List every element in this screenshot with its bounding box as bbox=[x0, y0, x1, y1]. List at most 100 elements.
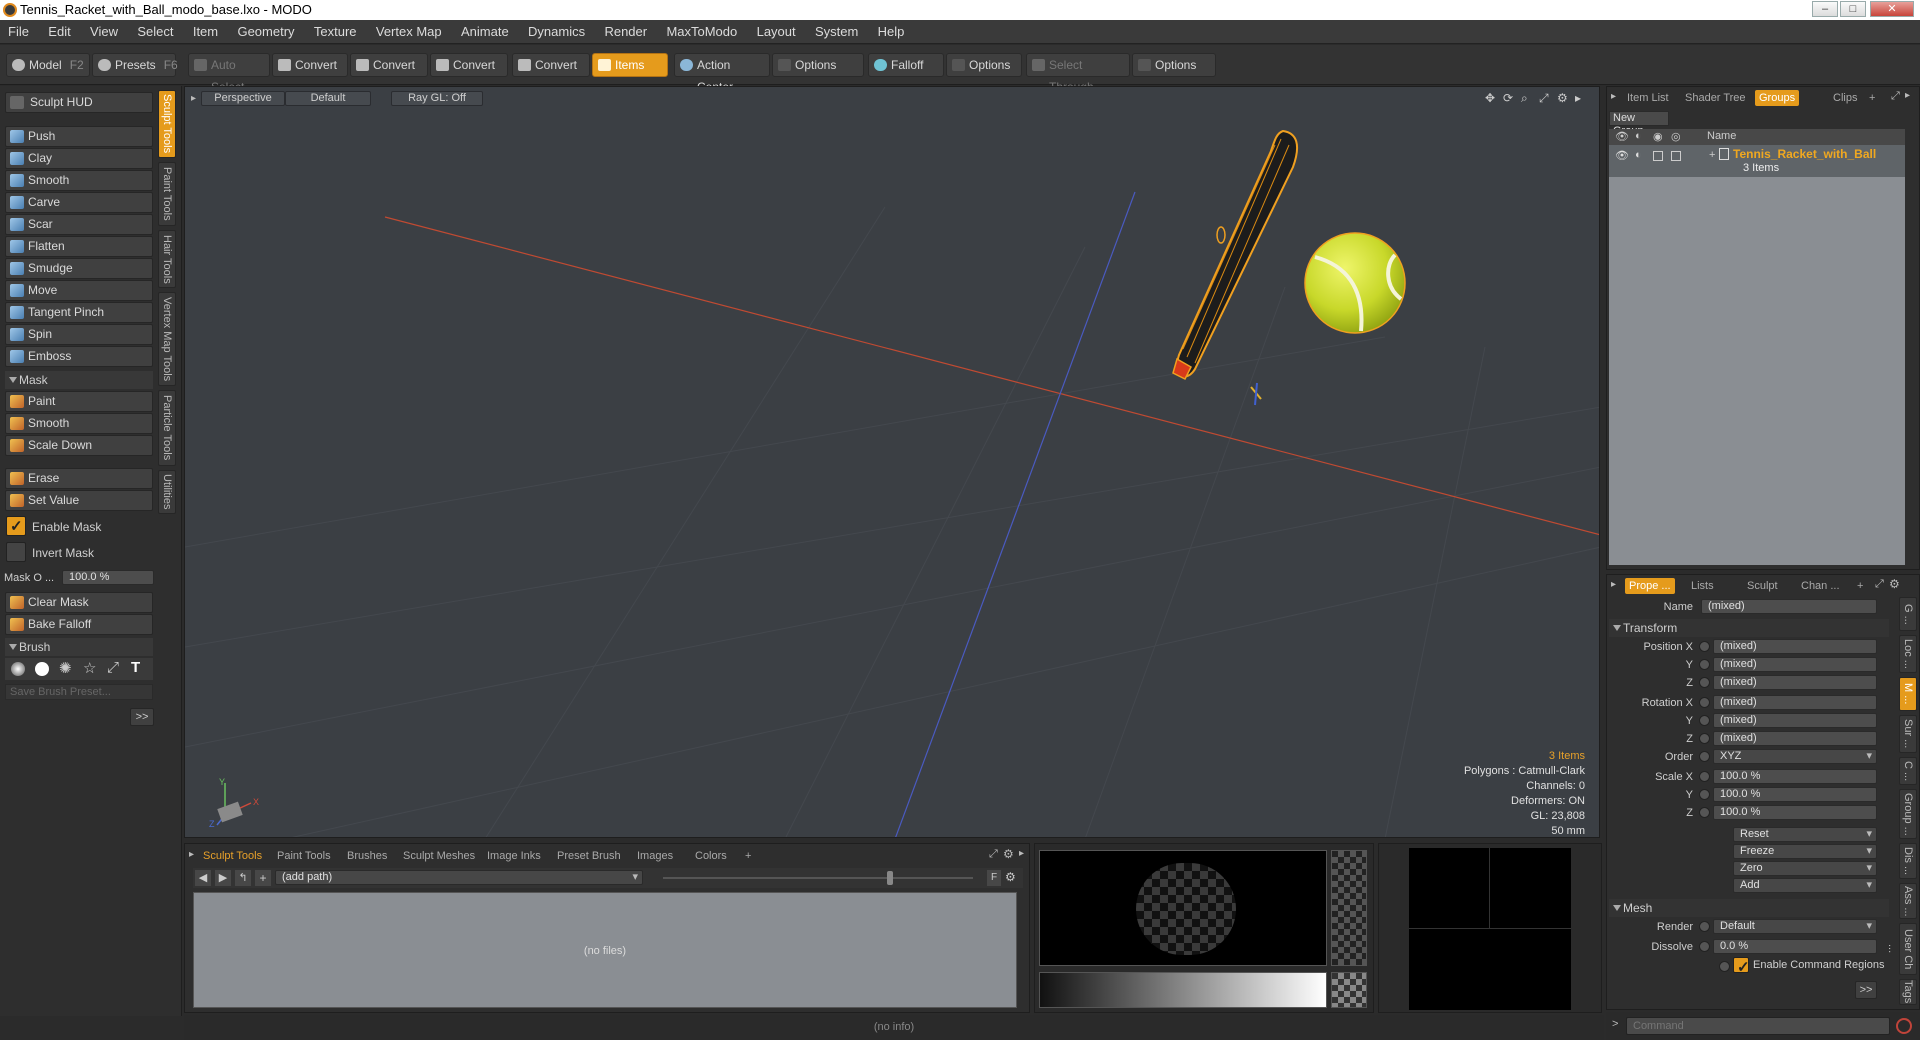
clear-mask-button[interactable]: Clear Mask bbox=[5, 592, 153, 613]
expand-panel-icon[interactable]: ⤢ bbox=[989, 848, 998, 861]
add-tab-button[interactable]: + bbox=[745, 848, 751, 864]
group-expand-icon[interactable]: + bbox=[1709, 149, 1715, 161]
enable-command-regions-checkbox[interactable] bbox=[1733, 957, 1750, 976]
tool-push[interactable]: Push bbox=[5, 126, 153, 147]
brush-profile-strip[interactable] bbox=[1331, 850, 1367, 966]
menu-geometry[interactable]: Geometry bbox=[229, 20, 302, 44]
tab-item-list[interactable]: Item List bbox=[1627, 90, 1669, 106]
model-mode-button[interactable]: Model F2 bbox=[6, 53, 90, 77]
side-tab-ass[interactable]: Ass ... bbox=[1899, 883, 1917, 919]
side-tab-sur[interactable]: Sur ... bbox=[1899, 715, 1917, 753]
tab-image-inks[interactable]: Image Inks bbox=[487, 848, 541, 864]
rotation-y-field[interactable]: (mixed) bbox=[1713, 713, 1877, 728]
zero-dropdown[interactable]: Zero bbox=[1733, 861, 1877, 876]
group-select-box[interactable] bbox=[1671, 151, 1681, 161]
image-preview-canvas[interactable] bbox=[1409, 848, 1571, 1010]
select-options-button[interactable]: Options bbox=[1132, 53, 1216, 77]
rotation-x-field[interactable]: (mixed) bbox=[1713, 695, 1877, 710]
tool-emboss[interactable]: Emboss bbox=[5, 346, 153, 367]
add-tab-button[interactable]: + bbox=[1857, 578, 1863, 594]
gradient-preview[interactable] bbox=[1039, 972, 1327, 1008]
menu-layout[interactable]: Layout bbox=[749, 20, 804, 44]
convert-polygons-button[interactable]: Convert bbox=[430, 53, 508, 77]
position-x-anim-dot[interactable] bbox=[1699, 641, 1710, 652]
tab-paint-tools-presets[interactable]: Paint Tools bbox=[277, 848, 331, 864]
pan-icon[interactable]: ✥ bbox=[1485, 91, 1495, 105]
menu-texture[interactable]: Texture bbox=[306, 20, 365, 44]
tab-clips[interactable]: Clips bbox=[1833, 90, 1857, 106]
filter-button[interactable]: F bbox=[987, 870, 1001, 886]
mask-paint-button[interactable]: Paint bbox=[5, 391, 153, 412]
viewport-menu-arrow-icon[interactable]: ▸ bbox=[191, 93, 196, 104]
path-dropdown[interactable]: (add path) bbox=[275, 870, 643, 885]
tab-sculpt-meshes[interactable]: Sculpt Meshes bbox=[403, 848, 475, 864]
scale-y-anim-dot[interactable] bbox=[1699, 789, 1710, 800]
auto-select-button[interactable]: Auto Select bbox=[188, 53, 270, 94]
tab-preset-brush[interactable]: Preset Brush bbox=[557, 848, 621, 864]
position-x-field[interactable]: (mixed) bbox=[1713, 639, 1877, 654]
expand-panel-icon[interactable]: ⤢ bbox=[1891, 90, 1900, 103]
expand-button[interactable]: >> bbox=[130, 708, 154, 726]
items-mode-button[interactable]: Items bbox=[592, 53, 668, 77]
convert-materials-button[interactable]: Convert bbox=[512, 53, 590, 77]
raygl-toggle[interactable]: Ray GL: Off bbox=[391, 91, 483, 106]
menu-system[interactable]: System bbox=[807, 20, 866, 44]
tab-sculpt[interactable]: Sculpt bbox=[1747, 578, 1778, 594]
command-history-icon[interactable]: > bbox=[1612, 1018, 1618, 1030]
tab-shader-tree[interactable]: Shader Tree bbox=[1685, 90, 1746, 106]
freeze-dropdown[interactable]: Freeze bbox=[1733, 844, 1877, 859]
tool-scar[interactable]: Scar bbox=[5, 214, 153, 235]
order-anim-dot[interactable] bbox=[1699, 751, 1710, 762]
menu-file[interactable]: File bbox=[0, 20, 37, 44]
scale-z-field[interactable]: 100.0 % bbox=[1713, 805, 1877, 820]
tab-paint-tools[interactable]: Paint Tools bbox=[158, 162, 176, 226]
gear-icon[interactable]: ⚙ bbox=[1889, 577, 1900, 591]
side-tab-dis[interactable]: Dis ... bbox=[1899, 843, 1917, 879]
menu-select[interactable]: Select bbox=[129, 20, 181, 44]
star-brush-icon[interactable]: ☆ bbox=[83, 659, 96, 677]
reset-dropdown[interactable]: Reset bbox=[1733, 827, 1877, 842]
tool-tangent-pinch[interactable]: Tangent Pinch bbox=[5, 302, 153, 323]
position-z-anim-dot[interactable] bbox=[1699, 677, 1710, 688]
menu-render[interactable]: Render bbox=[596, 20, 655, 44]
mask-scale-down-button[interactable]: Scale Down bbox=[5, 435, 153, 456]
scale-z-anim-dot[interactable] bbox=[1699, 807, 1710, 818]
expand-panel-icon[interactable]: ⤢ bbox=[1875, 578, 1884, 591]
falloff-button[interactable]: Falloff bbox=[868, 53, 944, 77]
tab-colors[interactable]: Colors bbox=[695, 848, 727, 864]
back-icon[interactable]: ◀ bbox=[195, 870, 211, 886]
menu-item[interactable]: Item bbox=[185, 20, 226, 44]
menu-edit[interactable]: Edit bbox=[40, 20, 78, 44]
gear-icon[interactable]: ⚙ bbox=[1557, 91, 1568, 105]
gear-icon[interactable]: ⚙ bbox=[1003, 847, 1014, 861]
side-tab-m[interactable]: M ... bbox=[1899, 677, 1917, 711]
group-visible-icon[interactable]: 👁 bbox=[1615, 149, 1629, 162]
rotation-x-anim-dot[interactable] bbox=[1699, 697, 1710, 708]
rotation-y-anim-dot[interactable] bbox=[1699, 715, 1710, 726]
soft-brush-icon[interactable] bbox=[11, 662, 25, 676]
visibility-column-icon[interactable]: 👁 bbox=[1615, 130, 1629, 143]
file-list-area[interactable]: (no files) bbox=[193, 892, 1017, 1008]
name-field[interactable]: (mixed) bbox=[1701, 599, 1877, 614]
tab-vertex-map-tools[interactable]: Vertex Map Tools bbox=[158, 292, 176, 386]
side-tab-loc[interactable]: Loc ... bbox=[1899, 635, 1917, 673]
text-brush-icon[interactable]: T bbox=[131, 659, 140, 676]
select-column-icon[interactable]: ◎ bbox=[1671, 130, 1681, 143]
rotation-order-dropdown[interactable]: XYZ bbox=[1713, 749, 1877, 764]
fit-icon[interactable]: ⤢ bbox=[1539, 91, 1549, 106]
rotation-z-anim-dot[interactable] bbox=[1699, 733, 1710, 744]
name-column-header[interactable]: Name bbox=[1707, 130, 1736, 142]
mask-section-header[interactable]: Mask bbox=[5, 371, 153, 389]
falloff-options-button[interactable]: Options bbox=[946, 53, 1022, 77]
brush-section-header[interactable]: Brush bbox=[5, 638, 153, 656]
action-center-button[interactable]: Action Center bbox=[674, 53, 770, 94]
tab-lists[interactable]: Lists bbox=[1691, 578, 1714, 594]
add-tab-button[interactable]: + bbox=[1869, 90, 1875, 106]
scale-x-anim-dot[interactable] bbox=[1699, 771, 1710, 782]
panel-menu-arrow-icon[interactable]: ▸ bbox=[1611, 91, 1616, 102]
position-z-field[interactable]: (mixed) bbox=[1713, 675, 1877, 690]
forward-icon[interactable]: ▶ bbox=[215, 870, 231, 886]
side-tab-g[interactable]: G ... bbox=[1899, 597, 1917, 631]
mask-smooth-button[interactable]: Smooth bbox=[5, 413, 153, 434]
maximize-button[interactable]: □ bbox=[1840, 1, 1866, 17]
